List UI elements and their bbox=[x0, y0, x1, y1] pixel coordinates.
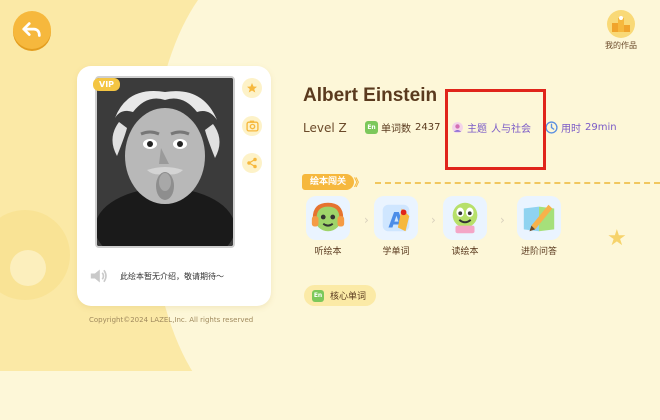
word-count-stat: En 单词数 2437 bbox=[365, 120, 440, 135]
star-decoration-icon: ★ bbox=[607, 226, 627, 251]
photo-button[interactable] bbox=[242, 116, 262, 136]
core-vocab-button[interactable]: En 核心单词 bbox=[304, 285, 377, 306]
star-icon bbox=[247, 83, 257, 93]
trophy-icon bbox=[607, 10, 635, 38]
copyright-text: Copyright©2024 LAZEL,Inc. All rights res… bbox=[89, 316, 254, 324]
section-title: 绘本闯关 bbox=[302, 174, 355, 190]
book-title: Albert Einstein bbox=[303, 85, 438, 106]
step-label: 进阶问答 bbox=[520, 247, 557, 257]
book-level: Level Z bbox=[303, 121, 347, 135]
share-button[interactable] bbox=[242, 153, 262, 173]
clock-icon bbox=[545, 121, 558, 134]
en-badge-icon: En bbox=[312, 289, 324, 302]
book-intro: 此绘本暂无介绍，敬请期待～ bbox=[120, 272, 224, 281]
back-button[interactable] bbox=[13, 11, 51, 49]
step-listen[interactable]: 听绘本 bbox=[298, 196, 358, 257]
quiz-icon bbox=[517, 196, 561, 240]
my-works-button[interactable]: 我的作品 bbox=[598, 10, 644, 51]
step-read[interactable]: 读绘本 bbox=[435, 196, 495, 257]
word-count-value: 2437 bbox=[415, 122, 441, 133]
time-label: 用时 bbox=[561, 124, 581, 135]
background-decoration bbox=[10, 250, 46, 286]
share-icon bbox=[247, 157, 257, 169]
listen-icon bbox=[306, 196, 350, 240]
step-label: 学单词 bbox=[382, 247, 410, 257]
section-arrows: 》 bbox=[354, 178, 364, 189]
time-value: 29min bbox=[585, 122, 617, 133]
section-divider bbox=[375, 182, 660, 184]
step-label: 听绘本 bbox=[314, 247, 342, 257]
en-badge-icon: En bbox=[365, 121, 378, 134]
highlight-box bbox=[445, 89, 546, 170]
step-quiz[interactable]: 进阶问答 bbox=[509, 196, 569, 257]
speaker-button[interactable] bbox=[89, 267, 109, 289]
favorite-button[interactable] bbox=[242, 78, 262, 98]
core-vocab-label: 核心单词 bbox=[330, 292, 367, 302]
step-learn-words[interactable]: A 学单词 bbox=[366, 196, 426, 257]
speaker-icon bbox=[90, 269, 107, 283]
photo-icon bbox=[245, 120, 259, 132]
einstein-portrait bbox=[97, 78, 233, 246]
read-icon bbox=[443, 196, 487, 240]
book-cover[interactable] bbox=[95, 76, 235, 248]
time-stat: 用时 29min bbox=[545, 120, 617, 135]
vip-badge: VIP bbox=[93, 78, 121, 91]
word-count-label: 单词数 bbox=[381, 124, 411, 135]
chevron-right-icon: › bbox=[500, 213, 505, 227]
my-works-label: 我的作品 bbox=[605, 41, 637, 50]
learn-words-icon: A bbox=[374, 196, 418, 240]
back-arrow-icon bbox=[22, 22, 41, 37]
step-label: 读绘本 bbox=[451, 247, 479, 257]
